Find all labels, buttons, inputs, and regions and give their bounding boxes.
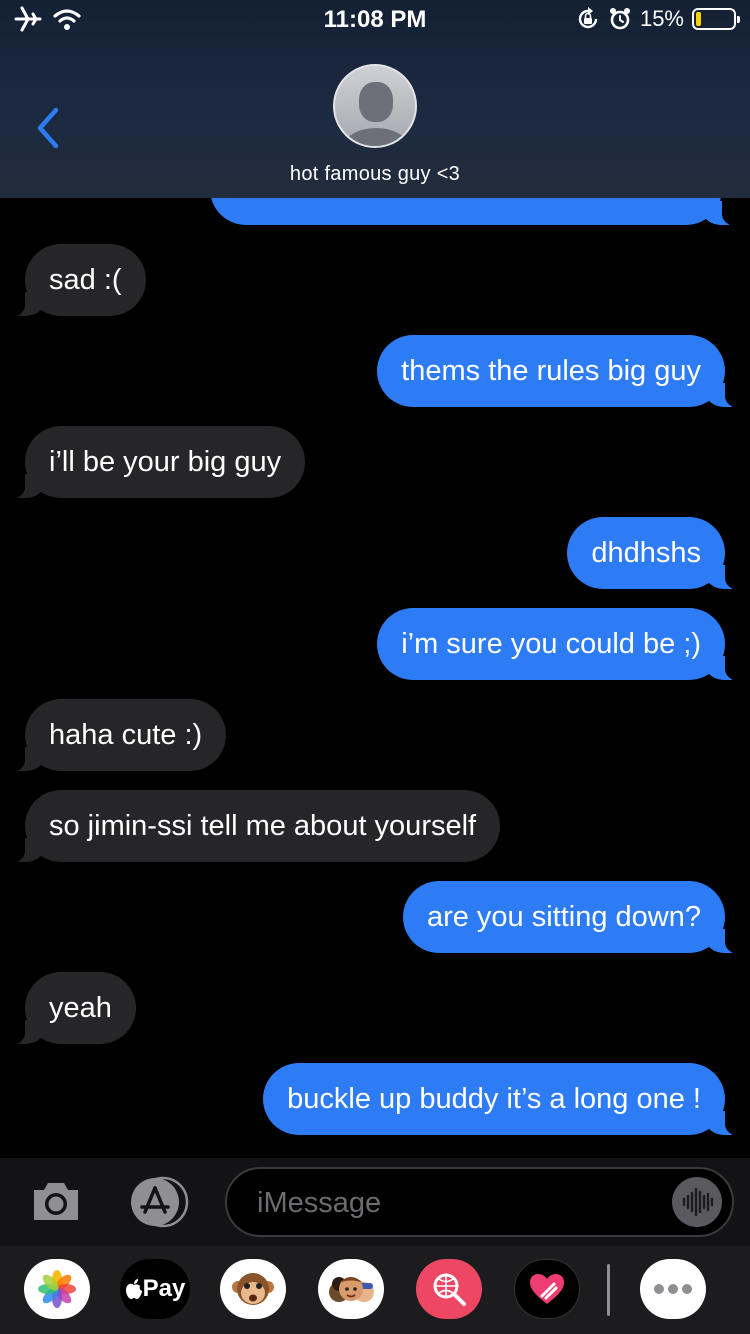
contact-name[interactable]: hot famous guy <3 [0, 163, 750, 186]
digital-touch-icon [530, 1274, 564, 1304]
battery-icon [692, 8, 740, 30]
incoming-message-bubble[interactable]: haha cute :) [8, 699, 227, 772]
incoming-message-bubble[interactable]: sad :( [9, 244, 146, 317]
digital-touch-button[interactable] [514, 1259, 580, 1319]
battery-fill [696, 12, 701, 26]
outgoing-message-bubble[interactable]: thems the rules big guy [377, 335, 741, 408]
more-apps-icon [654, 1284, 692, 1294]
outgoing-message-bubble[interactable]: buckle up buddy it’s a long one ! [263, 1063, 741, 1136]
camera-button[interactable] [30, 1178, 82, 1224]
message-input[interactable] [257, 1183, 657, 1223]
chevron-left-icon [37, 107, 59, 149]
audio-waveform-icon [682, 1187, 714, 1217]
memoji-stickers-button[interactable] [318, 1259, 384, 1319]
contact-avatar[interactable] [333, 64, 417, 148]
outgoing-message-bubble[interactable]: are you sitting down? [402, 881, 742, 954]
person-silhouette-icon [359, 82, 393, 122]
app-store-button[interactable] [125, 1176, 191, 1228]
status-bar: 11:08 PM 15% [0, 0, 750, 40]
animoji-button[interactable] [220, 1259, 286, 1319]
more-apps-button[interactable] [640, 1259, 706, 1319]
monkey-memoji-icon [232, 1273, 274, 1305]
web-search-icon [433, 1273, 466, 1306]
outgoing-message-bubble[interactable]: dhdhshs [567, 517, 741, 590]
apple-pay-icon [125, 1279, 142, 1299]
photos-app-button[interactable] [24, 1259, 90, 1319]
apple-pay-button[interactable]: Pay [120, 1259, 190, 1319]
alarm-icon [609, 8, 630, 30]
compose-bar [0, 1158, 750, 1246]
web-search-button[interactable] [416, 1259, 482, 1319]
message-thread[interactable]: sad :( thems the rules big guy i’ll be you… [0, 198, 750, 1158]
back-button[interactable] [30, 104, 66, 152]
status-right: 15% [576, 6, 740, 32]
message-bubble-partial[interactable] [210, 198, 738, 226]
rotation-lock-icon [578, 7, 598, 29]
person-silhouette-body [343, 128, 409, 146]
incoming-message-bubble[interactable]: yeah [9, 972, 136, 1045]
camera-icon [34, 1183, 78, 1220]
battery-percent: 15% [639, 6, 684, 31]
memoji-stickers-icon [329, 1277, 374, 1302]
app-store-icon [131, 1176, 189, 1228]
photos-app-icon [38, 1270, 76, 1308]
incoming-message-bubble[interactable]: so jimin-ssi tell me about yourself [8, 790, 501, 863]
imessage-app-drawer: Pay [0, 1246, 750, 1334]
drawer-divider [607, 1264, 610, 1316]
outgoing-message-bubble[interactable]: i’m sure you could be ;) [377, 608, 741, 681]
apple-pay-label: Pay [142, 1275, 186, 1302]
message-field[interactable] [225, 1167, 734, 1237]
incoming-message-bubble[interactable]: i’ll be your big guy [8, 426, 306, 499]
audio-message-button[interactable] [672, 1177, 722, 1227]
